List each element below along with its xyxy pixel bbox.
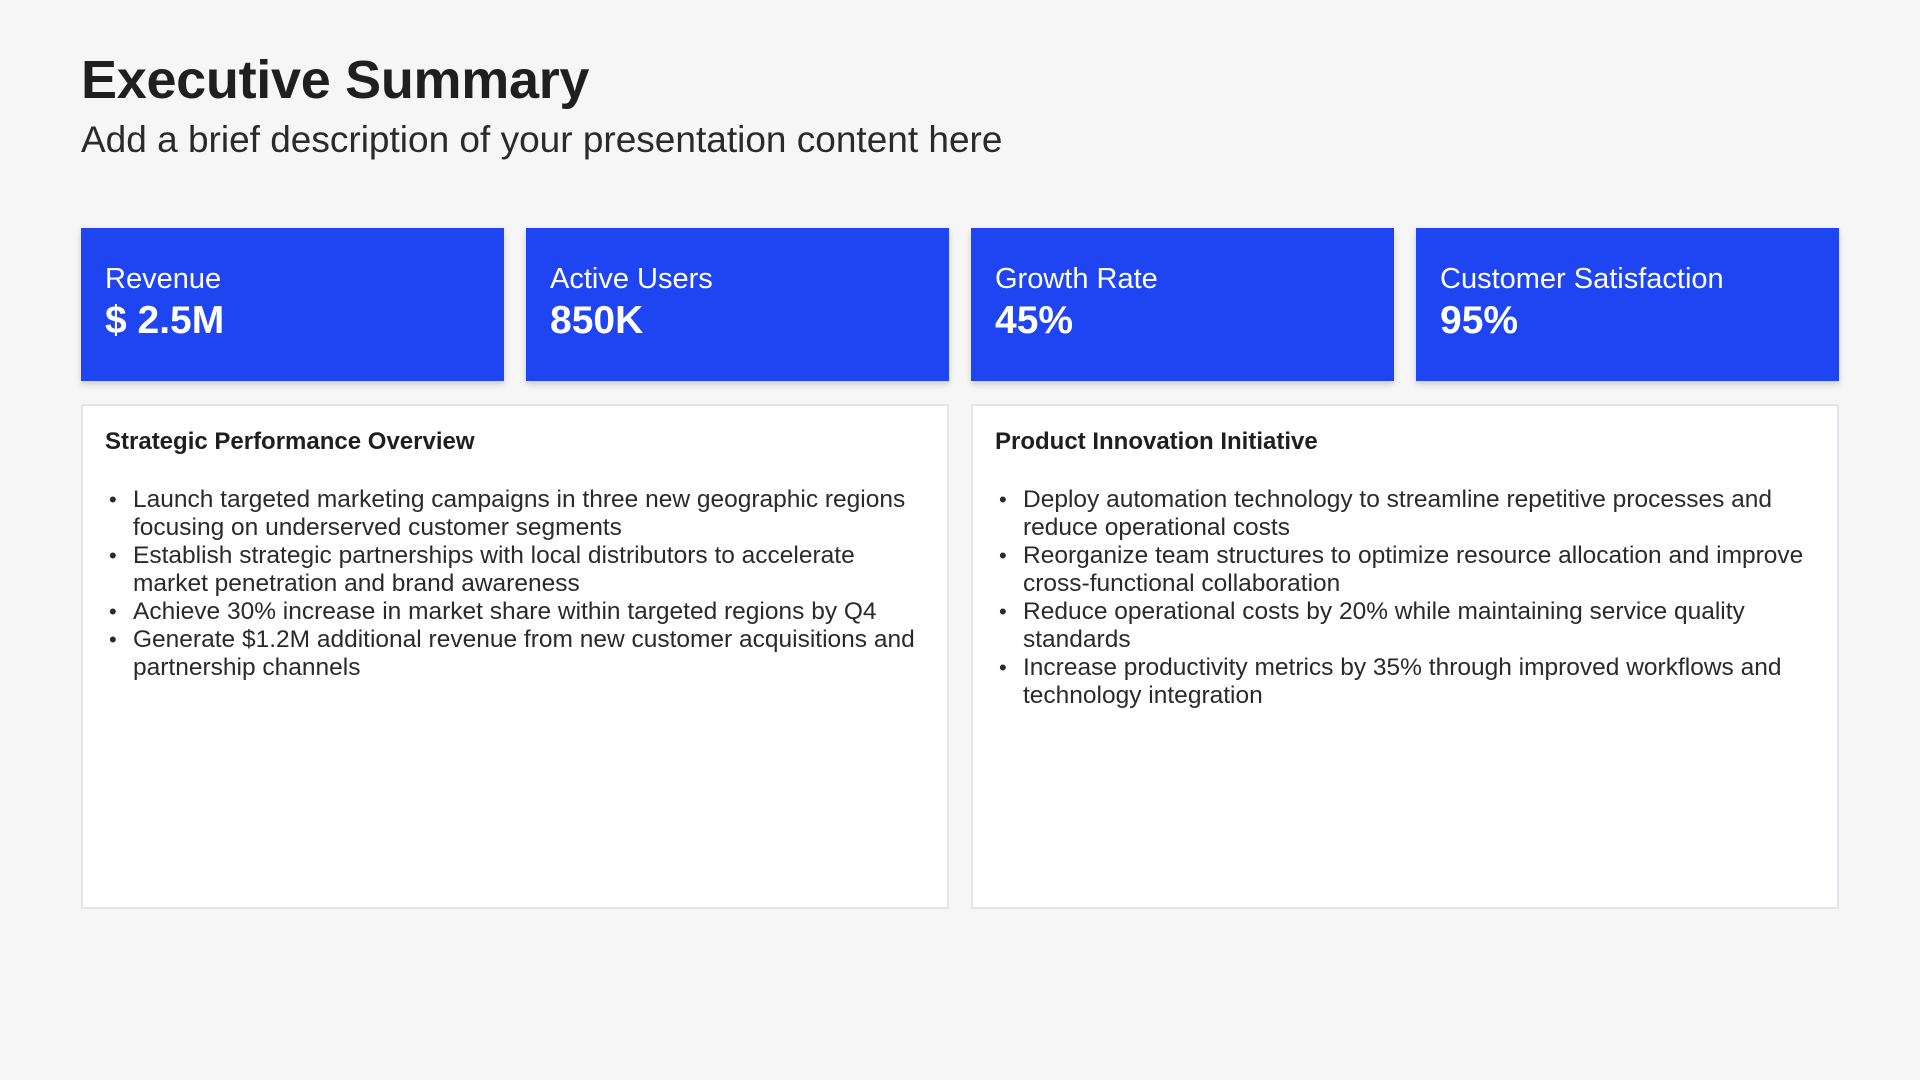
panel-row: Strategic Performance Overview • Launch t…	[81, 404, 1839, 909]
kpi-label: Revenue	[105, 263, 222, 295]
list-item: • Achieve 30% increase in market share wi…	[105, 598, 925, 626]
bullet-icon: •	[109, 627, 117, 652]
list-item-text: Achieve 30% increase in market share wit…	[133, 598, 877, 625]
kpi-row: Revenue $ 2.5M Active Users 850K Growth …	[81, 228, 1839, 381]
bullet-list: • Deploy automation technology to streaml…	[995, 486, 1815, 710]
list-item: • Establish strategic partnerships with l…	[105, 542, 925, 598]
list-item-text: Reduce operational costs by 20% while ma…	[1023, 598, 1745, 653]
kpi-value: 95%	[1440, 299, 1519, 342]
bullet-icon: •	[999, 599, 1007, 624]
list-item-text: Reorganize team structures to optimize r…	[1023, 542, 1804, 597]
panel-product-innovation: Product Innovation Initiative • Deploy au…	[971, 404, 1839, 909]
kpi-card-customer-satisfaction: Customer Satisfaction 95%	[1416, 228, 1839, 381]
kpi-label: Growth Rate	[995, 263, 1158, 295]
list-item-text: Increase productivity metrics by 35% thr…	[1023, 654, 1782, 709]
page-title: Executive Summary	[81, 50, 590, 110]
panel-strategic-performance: Strategic Performance Overview • Launch t…	[81, 404, 949, 909]
bullet-icon: •	[109, 599, 117, 624]
kpi-value: 45%	[995, 299, 1074, 342]
kpi-label: Active Users	[550, 263, 713, 295]
page-subtitle: Add a brief description of your presenta…	[81, 119, 1003, 160]
list-item: • Launch targeted marketing campaigns in …	[105, 486, 925, 542]
bullet-icon: •	[109, 487, 117, 512]
list-item-text: Launch targeted marketing campaigns in t…	[133, 486, 906, 541]
kpi-label: Customer Satisfaction	[1440, 263, 1724, 295]
kpi-value: 850K	[550, 299, 644, 342]
bullet-icon: •	[999, 487, 1007, 512]
bullet-icon: •	[999, 543, 1007, 568]
panel-title: Strategic Performance Overview	[105, 428, 475, 455]
kpi-card-revenue: Revenue $ 2.5M	[81, 228, 504, 381]
kpi-card-growth-rate: Growth Rate 45%	[971, 228, 1394, 381]
kpi-card-active-users: Active Users 850K	[526, 228, 949, 381]
bullet-icon: •	[999, 655, 1007, 680]
list-item: • Reduce operational costs by 20% while m…	[995, 598, 1815, 654]
slide: Executive Summary Add a brief descriptio…	[81, 48, 1839, 909]
panel-title: Product Innovation Initiative	[995, 428, 1318, 455]
list-item-text: Deploy automation technology to streamli…	[1023, 486, 1773, 541]
list-item-text: Generate $1.2M additional revenue from n…	[133, 626, 915, 681]
list-item: • Deploy automation technology to streaml…	[995, 486, 1815, 542]
kpi-value: $ 2.5M	[105, 299, 225, 342]
bullet-list: • Launch targeted marketing campaigns in …	[105, 486, 925, 682]
list-item-text: Establish strategic partnerships with lo…	[133, 542, 855, 597]
list-item: • Increase productivity metrics by 35% th…	[995, 654, 1815, 710]
list-item: • Reorganize team structures to optimize …	[995, 542, 1815, 598]
bullet-icon: •	[109, 543, 117, 568]
list-item: • Generate $1.2M additional revenue from …	[105, 626, 925, 682]
